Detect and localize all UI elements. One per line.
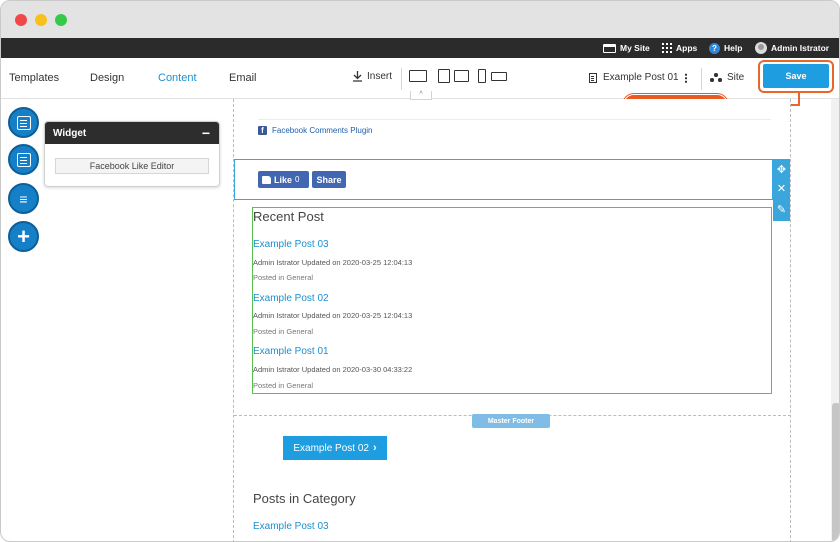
- facebook-like-editor-button[interactable]: Facebook Like Editor: [55, 158, 209, 174]
- window-titlebar: [1, 1, 839, 38]
- element-tools: ✥ ✕ ✎: [773, 159, 790, 221]
- post-link[interactable]: Example Post 01: [253, 346, 329, 357]
- tab-templates[interactable]: Templates: [9, 72, 59, 84]
- site-label: Site: [727, 72, 745, 83]
- facebook-share-button[interactable]: Share: [312, 171, 346, 188]
- widget-title: Widget: [53, 127, 87, 139]
- browser-window-icon: [603, 43, 616, 53]
- layout-icon: [16, 115, 31, 130]
- phone-landscape-icon[interactable]: [491, 72, 507, 81]
- rail-page-button[interactable]: [8, 144, 39, 175]
- apps-grid-icon: [662, 43, 672, 53]
- document-icon: [589, 72, 597, 83]
- next-post-button[interactable]: Example Post 02 ›: [283, 436, 387, 460]
- chevron-right-icon: ›: [372, 442, 377, 454]
- post-category: Posted in General: [253, 273, 314, 282]
- move-icon[interactable]: ✥: [773, 159, 790, 179]
- toolbar-divider: [701, 68, 702, 90]
- like-count: 0: [295, 175, 300, 184]
- tab-content[interactable]: Content: [158, 72, 197, 84]
- download-arrow-icon: [353, 71, 362, 82]
- avatar-icon: [755, 42, 767, 54]
- phone-portrait-icon[interactable]: [478, 69, 486, 83]
- post-category: Posted in General: [253, 327, 314, 336]
- tablet-portrait-icon[interactable]: [438, 69, 450, 83]
- post-link[interactable]: Example Post 03: [253, 239, 329, 250]
- plugin-link-label: Facebook Comments Plugin: [272, 126, 373, 135]
- post-link[interactable]: Example Post 03: [253, 521, 329, 532]
- page-icon: [16, 152, 31, 167]
- help-label: Help: [724, 43, 743, 53]
- my-site-label: My Site: [620, 43, 650, 53]
- insert-button[interactable]: Insert: [352, 70, 392, 82]
- widget-panel: Widget − Facebook Like Editor: [44, 121, 220, 187]
- current-page-label: Example Post 01: [603, 72, 679, 83]
- edit-lines-icon: ≡: [19, 190, 28, 207]
- plus-icon: +: [17, 223, 30, 249]
- apps-label: Apps: [676, 43, 698, 53]
- post-meta: Admin Istrator Updated on 2020-03-30 04:…: [253, 365, 413, 374]
- desktop-view-icon[interactable]: [409, 70, 427, 82]
- rail-add-button[interactable]: +: [8, 221, 39, 252]
- facebook-comments-plugin-link[interactable]: f Facebook Comments Plugin: [258, 126, 373, 135]
- apps-link[interactable]: Apps: [662, 38, 697, 58]
- save-button[interactable]: Save: [763, 64, 829, 88]
- browser-window: My Site Apps ? Help Admin Istrator Templ…: [0, 0, 840, 542]
- tab-email[interactable]: Email: [229, 72, 257, 84]
- edit-pencil-icon[interactable]: ✎: [773, 199, 790, 219]
- help-icon: ?: [709, 42, 720, 54]
- post-link[interactable]: Example Post 02: [253, 293, 329, 304]
- next-post-label: Example Post 02: [293, 442, 369, 454]
- user-name: Admin Istrator: [771, 43, 830, 53]
- site-menu[interactable]: Site: [710, 72, 744, 83]
- scrollbar-thumb[interactable]: [832, 403, 839, 541]
- maximize-window-icon[interactable]: [55, 14, 67, 26]
- like-label: Like: [274, 174, 293, 185]
- page-selector[interactable]: Example Post 01: [589, 72, 687, 83]
- minimize-icon[interactable]: −: [202, 126, 210, 140]
- tablet-landscape-icon[interactable]: [454, 70, 469, 82]
- sitemap-icon: [710, 73, 722, 82]
- rail-edit-button[interactable]: ≡: [8, 183, 39, 214]
- recent-post-title: Recent Post: [253, 209, 324, 224]
- divider: [258, 119, 771, 120]
- admin-bar: My Site Apps ? Help Admin Istrator: [1, 38, 839, 58]
- posts-in-category-title: Posts in Category: [253, 491, 356, 506]
- collapse-header-icon[interactable]: ^: [410, 91, 432, 100]
- toolbar-divider: [401, 68, 402, 90]
- minimize-window-icon[interactable]: [35, 14, 47, 26]
- close-window-icon[interactable]: [15, 14, 27, 26]
- post-meta: Admin Istrator Updated on 2020-03-25 12:…: [253, 258, 413, 267]
- post-category: Posted in General: [253, 381, 314, 390]
- insert-label: Insert: [367, 70, 393, 82]
- thumbs-up-icon: [262, 175, 271, 184]
- rail-layout-button[interactable]: [8, 107, 39, 138]
- facebook-like-button[interactable]: Like 0: [258, 171, 309, 188]
- my-site-link[interactable]: My Site: [603, 38, 650, 58]
- master-footer-badge[interactable]: Master Footer: [472, 414, 550, 428]
- user-menu[interactable]: Admin Istrator: [755, 38, 829, 58]
- widget-header: Widget −: [45, 122, 219, 144]
- post-meta: Admin Istrator Updated on 2020-03-25 12:…: [253, 311, 413, 320]
- facebook-icon: f: [258, 126, 267, 135]
- delete-icon[interactable]: ✕: [773, 178, 790, 198]
- help-link[interactable]: ? Help: [709, 38, 742, 58]
- tab-design[interactable]: Design: [90, 72, 124, 84]
- page-options-icon[interactable]: [684, 72, 687, 83]
